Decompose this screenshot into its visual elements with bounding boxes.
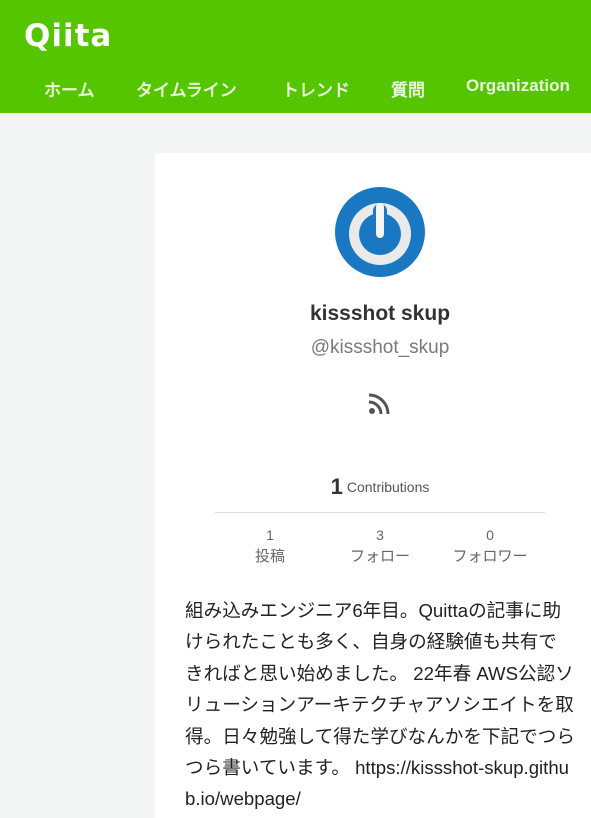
nav-questions[interactable]: 質問 bbox=[391, 76, 425, 101]
stat-followers-value: 0 bbox=[486, 527, 494, 543]
nav-trend[interactable]: トレンド bbox=[282, 76, 350, 101]
nav-timeline[interactable]: タイムライン bbox=[136, 76, 237, 101]
avatar[interactable] bbox=[335, 187, 425, 277]
site-header: Qiita ホーム タイムライン トレンド 質問 Organization bbox=[0, 0, 591, 113]
avatar-power-icon bbox=[335, 187, 425, 277]
contributions: 1 Contributions bbox=[155, 474, 591, 500]
profile-handle: @kissshot_skup bbox=[310, 337, 450, 358]
qiita-logo[interactable]: Qiita bbox=[24, 18, 112, 54]
contributions-count: 1 bbox=[330, 474, 343, 499]
nav-home[interactable]: ホーム bbox=[44, 76, 95, 101]
profile-bio: 組み込みエンジニア6年目。Quittaの記事に助けられたことも多く、自身の経験値… bbox=[185, 600, 575, 810]
contributions-label: Contributions bbox=[346, 479, 430, 495]
stat-followers[interactable]: 0 フォロワー bbox=[435, 525, 545, 569]
profile-name: kissshot skup bbox=[309, 302, 451, 325]
stat-posts[interactable]: 1 投稿 bbox=[215, 525, 325, 569]
stat-following[interactable]: 3 フォロー bbox=[325, 525, 435, 569]
rss-icon[interactable] bbox=[368, 393, 390, 415]
profile-card: kissshot skup @kissshot_skup 1 Contributi… bbox=[155, 153, 591, 818]
main-nav: ホーム タイムライン トレンド 質問 Organization bbox=[0, 76, 591, 102]
stat-posts-value: 1 bbox=[266, 527, 274, 543]
stat-following-label: フォロー bbox=[349, 548, 410, 565]
nav-organization[interactable]: Organization bbox=[466, 76, 570, 96]
stat-posts-label: 投稿 bbox=[254, 548, 285, 565]
stat-following-value: 3 bbox=[376, 527, 384, 543]
divider bbox=[215, 512, 545, 513]
stat-followers-label: フォロワー bbox=[452, 548, 528, 565]
